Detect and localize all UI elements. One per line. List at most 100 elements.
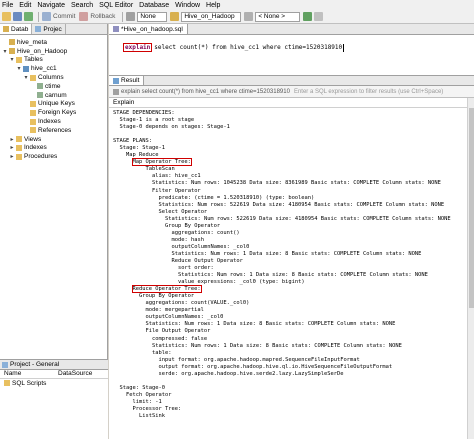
rollback-button[interactable]: Rollback bbox=[79, 12, 115, 21]
tree-item-hive-cc1[interactable]: ▾ hive_cc1 bbox=[2, 64, 107, 73]
database-icon bbox=[3, 26, 9, 32]
tree-item-carnum[interactable]: carnum bbox=[2, 91, 107, 100]
menu-item-help[interactable]: Help bbox=[206, 2, 220, 9]
filter-bar[interactable]: explain select count(*) from hive_cc1 wh… bbox=[109, 86, 474, 98]
plan-text: Stage: Stage-0 bbox=[119, 384, 165, 391]
menu-item-sql-editor[interactable]: SQL Editor bbox=[99, 2, 133, 9]
menu-item-window[interactable]: Window bbox=[175, 2, 200, 9]
commit-label: Commit bbox=[53, 13, 76, 20]
project-item-label: SQL Scripts bbox=[12, 379, 47, 387]
expand-toggle-icon[interactable]: ▸ bbox=[9, 136, 15, 143]
folder-icon bbox=[30, 109, 36, 116]
scrollbar-thumb[interactable] bbox=[469, 108, 474, 308]
highlighted-plan-text: Map Operator Tree: bbox=[131, 158, 192, 167]
plan-text: Reduce Output Operator bbox=[171, 257, 243, 264]
column-header-datasource[interactable]: DataSource bbox=[54, 370, 92, 378]
sql-line[interactable]: explain select count(*) from hive_cc1 wh… bbox=[123, 43, 345, 52]
menu-item-database[interactable]: Database bbox=[139, 2, 169, 9]
tab-database-navigator[interactable]: Datab bbox=[0, 24, 33, 34]
tree-item-procedures[interactable]: ▸ Procedures bbox=[2, 152, 107, 161]
tree-item-unique-keys[interactable]: Unique Keys bbox=[2, 100, 107, 109]
table-icon bbox=[23, 65, 29, 72]
tree-item-columns[interactable]: ▾ Columns bbox=[2, 73, 107, 82]
execute-icon[interactable] bbox=[303, 12, 313, 21]
sql-editor[interactable]: explain select count(*) from hive_cc1 wh… bbox=[109, 35, 474, 75]
plan-text: value expressions: _col0 (type: bigint) bbox=[178, 279, 305, 286]
folder-icon bbox=[16, 144, 22, 151]
tree-item-indexes[interactable]: Indexes bbox=[2, 117, 107, 126]
tree-item-hive-meta[interactable]: hive_meta bbox=[2, 38, 107, 47]
plan-line: Statistics: Num rows: 1 Data size: 8 Bas… bbox=[113, 272, 474, 279]
tab-label: Datab bbox=[11, 25, 29, 33]
schema-icon bbox=[244, 12, 254, 21]
tree-item-views[interactable]: ▸ Views bbox=[2, 135, 107, 144]
plan-text: Processor Tree: bbox=[132, 405, 182, 412]
tab-projects[interactable]: Projec bbox=[32, 24, 66, 34]
column-header-name[interactable]: Name bbox=[0, 370, 54, 378]
new-icon[interactable] bbox=[2, 12, 11, 21]
column-header-explain[interactable]: Explain bbox=[109, 98, 474, 108]
tree-item-references[interactable]: References bbox=[2, 126, 107, 135]
tab-result[interactable]: Result bbox=[109, 76, 145, 85]
plan-text: table: bbox=[152, 349, 172, 356]
plan-line: output format: org.apache.hadoop.hive.ql… bbox=[113, 364, 474, 371]
result-tab-label: Result bbox=[121, 77, 140, 84]
filter-input[interactable]: Enter a SQL expression to filter results… bbox=[294, 89, 443, 95]
tree-item-label: Tables bbox=[24, 56, 43, 64]
plan-text: Statistics: Num rows: 1 Data size: 8 Bas… bbox=[152, 342, 402, 349]
result-grid: Explain STAGE DEPENDENCIES: Stage-1 is a … bbox=[109, 98, 474, 439]
tree-item-label: carnum bbox=[45, 91, 67, 99]
menu-item-navigate[interactable]: Navigate bbox=[37, 2, 65, 9]
schema-select[interactable]: < None > bbox=[255, 11, 301, 22]
tree-item-tables[interactable]: ▾ Tables bbox=[2, 56, 107, 65]
plan-line: input format: org.apache.hadoop.mapred.S… bbox=[113, 357, 474, 364]
vertical-scrollbar[interactable] bbox=[467, 98, 474, 439]
transaction-icon[interactable] bbox=[126, 12, 136, 21]
expand-toggle-icon[interactable]: ▾ bbox=[2, 48, 8, 55]
plan-line: mode: hash bbox=[113, 237, 474, 244]
plan-line: limit: -1 bbox=[113, 399, 474, 406]
menu-bar: File Edit Navigate Search SQL Editor Database… bbox=[0, 0, 474, 10]
plan-text: sort order: bbox=[178, 265, 214, 272]
plan-line: sort order: bbox=[113, 265, 474, 272]
expand-toggle-icon[interactable]: ▸ bbox=[9, 153, 15, 160]
tree-item-label: Hive_on_Hadoop bbox=[17, 47, 68, 55]
menu-item-file[interactable]: File bbox=[2, 2, 13, 9]
tree-item-hive-on-hadoop[interactable]: ▾ Hive_on_Hadoop bbox=[2, 47, 107, 56]
expand-toggle-icon[interactable]: ▾ bbox=[9, 56, 15, 63]
plan-text: Fetch Operator bbox=[126, 391, 172, 398]
commit-button[interactable]: Commit bbox=[42, 12, 75, 21]
menu-item-edit[interactable]: Edit bbox=[19, 2, 31, 9]
tree-item-ctime[interactable]: ctime bbox=[2, 82, 107, 91]
database-icon bbox=[9, 39, 15, 46]
transaction-mode-select[interactable]: None bbox=[137, 11, 168, 22]
plan-line: mode: mergepartial bbox=[113, 307, 474, 314]
tree-item-foreign-keys[interactable]: Foreign Keys bbox=[2, 108, 107, 117]
plan-line: aggregations: count(VALUE._col0) bbox=[113, 300, 474, 307]
expand-toggle-icon[interactable]: ▾ bbox=[16, 65, 22, 72]
plan-text: Stage: Stage-1 bbox=[119, 145, 165, 152]
plan-line: Processor Tree: bbox=[113, 406, 474, 413]
connection-select[interactable]: Hive_on_Hadoop bbox=[181, 11, 242, 22]
plan-line: Reduce Operator Tree: bbox=[113, 285, 474, 294]
tree-item-indexes[interactable]: ▸ Indexes bbox=[2, 144, 107, 153]
search-icon[interactable] bbox=[314, 12, 324, 21]
save-icon[interactable] bbox=[13, 12, 22, 21]
tab-sql-editor[interactable]: *Hive_on_hadoop.sql bbox=[109, 24, 188, 34]
folder-icon bbox=[30, 74, 36, 81]
expand-toggle-icon[interactable]: ▸ bbox=[9, 144, 15, 151]
filter-icon bbox=[113, 88, 119, 95]
connect-icon[interactable] bbox=[24, 12, 33, 21]
plan-text: output format: org.apache.hadoop.hive.ql… bbox=[158, 363, 393, 370]
plan-line: predicate: (ctime = 1.520318910) (type: … bbox=[113, 195, 474, 202]
database-icon bbox=[9, 48, 15, 55]
tree-item-label: Procedures bbox=[24, 153, 58, 161]
plan-text: mode: mergepartial bbox=[145, 307, 204, 314]
project-item-sql-scripts[interactable]: SQL Scripts bbox=[0, 379, 108, 388]
plan-line: Select Operator bbox=[113, 209, 474, 216]
menu-item-search[interactable]: Search bbox=[71, 2, 93, 9]
expand-toggle-icon[interactable]: ▾ bbox=[23, 74, 29, 81]
project-icon bbox=[35, 26, 42, 32]
toolbar-separator bbox=[122, 11, 124, 22]
grid-icon bbox=[113, 77, 119, 84]
